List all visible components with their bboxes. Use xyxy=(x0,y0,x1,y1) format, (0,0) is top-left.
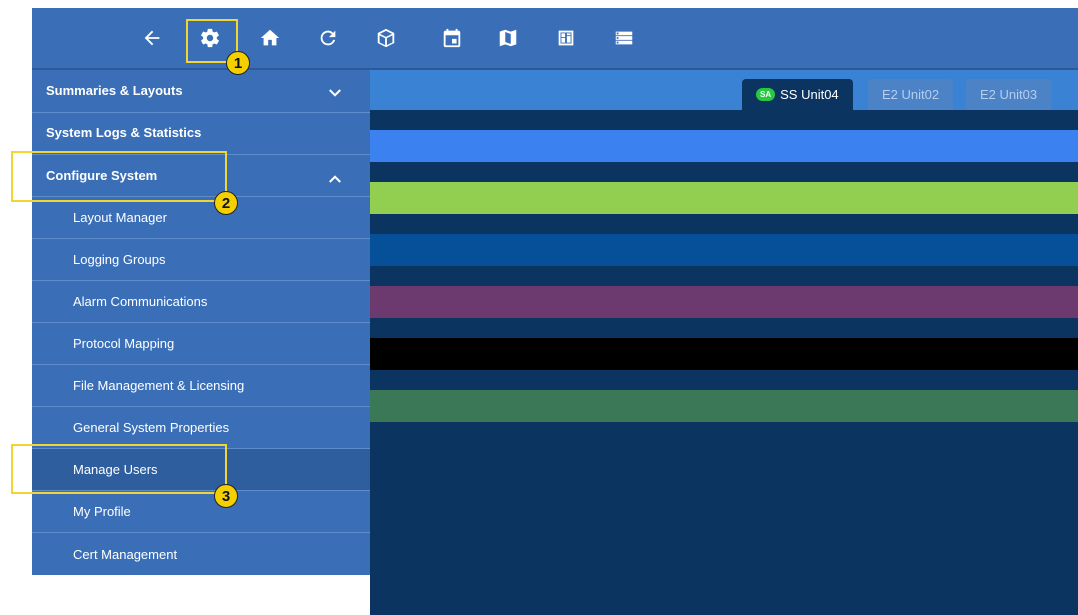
menu-item-label: Cert Management xyxy=(73,546,178,562)
gear-icon[interactable] xyxy=(194,22,226,54)
color-band xyxy=(370,234,1078,266)
color-band xyxy=(370,338,1078,370)
page: Summaries & Layouts System Logs & Statis… xyxy=(0,0,1078,615)
box-icon[interactable] xyxy=(370,22,402,54)
color-band xyxy=(370,182,1078,214)
section-label: System Logs & Statistics xyxy=(46,125,202,140)
menu-item-protocol-mapping[interactable]: Protocol Mapping xyxy=(32,322,370,364)
tab-ss-unit04[interactable]: SA SS Unit04 xyxy=(742,79,853,110)
menu-item-layout-manager[interactable]: Layout Manager xyxy=(32,196,370,238)
menu-item-my-profile[interactable]: My Profile xyxy=(32,490,370,532)
menu-item-label: Protocol Mapping xyxy=(73,336,175,351)
menu-item-label: Layout Manager xyxy=(73,210,167,225)
step-number-1: 1 xyxy=(226,51,250,75)
tab-label: SS Unit04 xyxy=(780,87,839,102)
menu-item-label: Alarm Communications xyxy=(73,294,208,309)
section-label: Summaries & Layouts xyxy=(46,82,183,98)
menu-item-general-system-properties[interactable]: General System Properties xyxy=(32,406,370,448)
chevron-up-icon[interactable] xyxy=(326,170,344,188)
chevron-down-icon[interactable] xyxy=(326,84,344,102)
list-icon[interactable] xyxy=(608,22,640,54)
menu-item-cert-management[interactable]: Cert Management xyxy=(32,532,370,575)
menu-item-manage-users[interactable]: Manage Users xyxy=(32,448,370,490)
color-band xyxy=(370,130,1078,162)
menu-item-label: My Profile xyxy=(73,504,131,519)
map-icon[interactable] xyxy=(492,22,524,54)
status-badge: SA xyxy=(756,88,776,101)
step-number-2: 2 xyxy=(214,191,238,215)
dashboard-icon[interactable] xyxy=(550,22,582,54)
back-arrow-icon[interactable] xyxy=(136,22,168,54)
home-icon[interactable] xyxy=(254,22,286,54)
menu-item-label: Manage Users xyxy=(73,462,158,477)
menu-item-label: File Management & Licensing xyxy=(73,378,245,393)
tab-label: E2 Unit02 xyxy=(882,87,940,102)
menu-item-file-management[interactable]: File Management & Licensing xyxy=(32,364,370,406)
menu-item-alarm-communications[interactable]: Alarm Communications xyxy=(32,280,370,322)
main-content: SA SS Unit04 E2 Unit02 E2 Unit03 xyxy=(370,70,1078,615)
calendar-icon[interactable] xyxy=(436,22,468,54)
sidebar: Summaries & Layouts System Logs & Statis… xyxy=(32,70,370,575)
section-system-logs[interactable]: System Logs & Statistics xyxy=(32,112,370,152)
color-band xyxy=(370,286,1078,318)
tab-label: E2 Unit03 xyxy=(980,87,1038,102)
tab-e2-unit03[interactable]: E2 Unit03 xyxy=(966,79,1052,110)
menu-item-logging-groups[interactable]: Logging Groups xyxy=(32,238,370,280)
refresh-icon[interactable] xyxy=(312,22,344,54)
unit-tab-bar: SA SS Unit04 E2 Unit02 E2 Unit03 xyxy=(370,70,1078,110)
top-toolbar xyxy=(32,8,1078,70)
color-band xyxy=(370,390,1078,422)
menu-item-label: General System Properties xyxy=(73,420,230,435)
step-number-3: 3 xyxy=(214,484,238,508)
section-summaries-layouts[interactable]: Summaries & Layouts xyxy=(32,70,370,110)
section-configure-system[interactable]: Configure System xyxy=(32,154,370,196)
section-label: Configure System xyxy=(46,168,158,183)
menu-item-label: Logging Groups xyxy=(73,252,166,267)
tab-e2-unit02[interactable]: E2 Unit02 xyxy=(868,79,954,110)
